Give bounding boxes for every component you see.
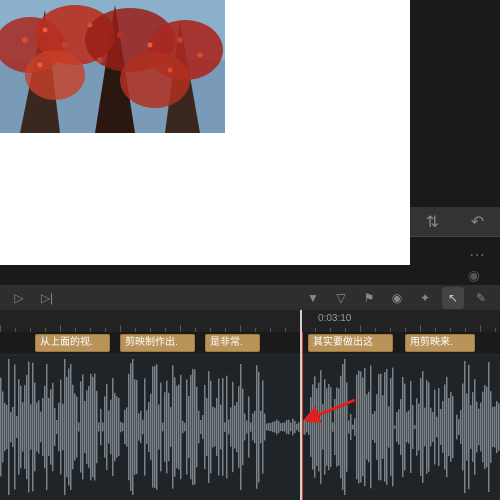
effects-button[interactable]: ✦ <box>414 287 436 309</box>
mark-in-button[interactable]: ▼ <box>302 287 324 309</box>
play-button[interactable]: ▷ <box>8 287 30 309</box>
mark-out-button[interactable]: ▽ <box>330 287 352 309</box>
undo-button[interactable]: ↶ <box>455 207 500 236</box>
snapshot-button[interactable]: ◉ <box>386 287 408 309</box>
expand-button[interactable]: ⇅ <box>410 207 455 236</box>
audio-waveform <box>0 355 500 500</box>
visibility-row: ◉ <box>0 265 500 285</box>
edit-tool[interactable]: ✎ <box>470 287 492 309</box>
timecode-label: 0:03:10 <box>318 313 351 324</box>
next-frame-button[interactable]: ▷| <box>36 287 58 309</box>
chat-icon[interactable]: ⋯ <box>469 245 485 265</box>
side-toolbar: ⇅ ↶ <box>410 207 500 237</box>
timeline-ruler[interactable]: 0:03:10 <box>0 310 500 332</box>
subtitle-clip[interactable]: 是非常. <box>205 334 260 352</box>
pointer-tool[interactable]: ↖ <box>442 287 464 309</box>
eye-icon[interactable]: ◉ <box>468 267 480 284</box>
flag-button[interactable]: ⚑ <box>358 287 380 309</box>
playhead-audio-line <box>302 332 303 500</box>
subtitle-clip[interactable]: 从上面的视. <box>35 334 110 352</box>
annotation-arrow <box>305 395 360 425</box>
audio-track[interactable] <box>0 355 500 500</box>
subtitle-clip[interactable]: 其实要做出这 <box>308 334 393 352</box>
subtitle-clip[interactable]: 剪映制作出. <box>120 334 195 352</box>
subtitle-clip[interactable]: 用剪映来. <box>405 334 475 352</box>
subtitle-track[interactable]: 从上面的视. 剪映制作出. 是非常. 其实要做出这用剪映来. <box>0 332 500 354</box>
timeline-toolbar: ▷ ▷| ▼ ▽ ⚑ ◉ ✦ ↖ ✎ <box>0 285 500 310</box>
preview-canvas <box>0 0 410 265</box>
video-thumbnail <box>0 0 225 133</box>
